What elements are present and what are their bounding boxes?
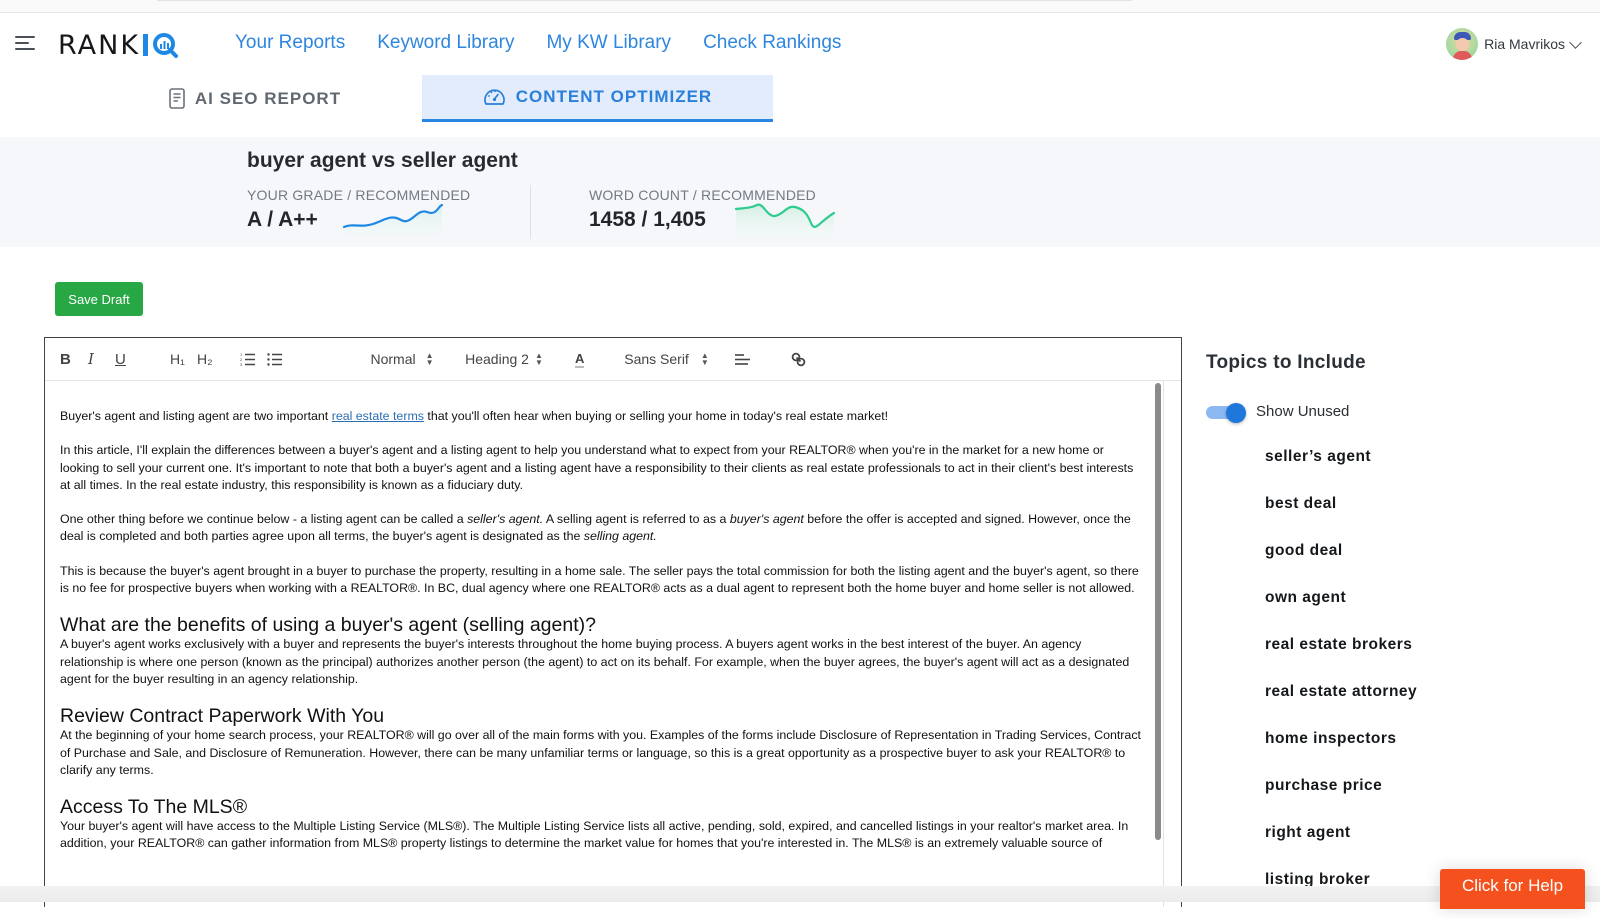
tab-label: CONTENT OPTIMIZER: [515, 87, 713, 106]
heading-benefits: What are the benefits of using a buyer's…: [60, 614, 596, 637]
align-button[interactable]: [735, 348, 750, 370]
paragraph: This is because the buyer's agent brough…: [60, 563, 1139, 596]
topic-item[interactable]: good deal: [1265, 542, 1417, 589]
main-nav: Your Reports Keyword Library My KW Libra…: [235, 32, 841, 54]
italic-button[interactable]: I: [88, 348, 94, 370]
tab-label: AI SEO REPORT: [194, 88, 342, 108]
h1-button[interactable]: H₁: [170, 348, 185, 370]
paragraph: Your buyer's agent will have access to t…: [60, 819, 1129, 851]
speedometer-icon: [483, 89, 505, 105]
paragraph: In this article, I'll explain the differ…: [60, 443, 1134, 492]
logo-text: RANK: [58, 29, 141, 61]
topic-item[interactable]: real estate attorney: [1265, 683, 1417, 730]
bullet-list-button[interactable]: [267, 348, 282, 370]
tab-bar: AI SEO REPORT CONTENT OPTIMIZER: [0, 75, 1600, 122]
bullet-list-icon: [267, 353, 282, 366]
link-icon: [791, 352, 806, 366]
select-arrows-icon: ▲ ▼: [425, 351, 434, 367]
topic-item[interactable]: purchase price: [1265, 777, 1417, 824]
heading-select[interactable]: Heading 2 ▲ ▼: [459, 348, 549, 370]
rich-text-editor: B I U H₁ H₂ 1 2 3 Normal ▲ ▼ Heading 2 ▲…: [44, 337, 1182, 907]
save-draft-button[interactable]: Save Draft: [55, 282, 143, 316]
keyword-summary: buyer agent vs seller agent YOUR GRADE /…: [0, 137, 1600, 247]
topic-item[interactable]: own agent: [1265, 589, 1417, 636]
editor-toolbar: B I U H₁ H₂ 1 2 3 Normal ▲ ▼ Heading 2 ▲…: [45, 338, 1181, 381]
topic-item[interactable]: real estate brokers: [1265, 636, 1417, 683]
editor-content[interactable]: Buyer's agent and listing agent are two …: [45, 381, 1159, 907]
topic-item[interactable]: home inspectors: [1265, 730, 1417, 777]
nav-keyword-library[interactable]: Keyword Library: [377, 32, 514, 54]
bold-button[interactable]: B: [60, 348, 71, 370]
nav-check-rankings[interactable]: Check Rankings: [703, 32, 841, 54]
help-button[interactable]: Click for Help: [1440, 869, 1585, 909]
svg-text:3: 3: [240, 362, 243, 366]
logo-iq-mark: [143, 32, 179, 58]
text-color-button[interactable]: A: [575, 350, 585, 368]
bottom-edge: [0, 886, 1600, 902]
align-left-icon: [735, 354, 750, 365]
real-estate-terms-link[interactable]: real estate terms: [332, 409, 424, 423]
app-header: RANK Your Reports Keyword Library My KW …: [0, 14, 1600, 74]
user-name: Ria Mavrikos: [1484, 36, 1565, 52]
size-select-value: Normal: [370, 351, 416, 367]
select-arrows-icon: ▲ ▼: [534, 351, 543, 367]
magnifier-chart-icon: [153, 33, 179, 58]
nav-my-kw-library[interactable]: My KW Library: [546, 32, 671, 54]
heading-review-contract: Review Contract Paperwork With You: [60, 705, 385, 728]
paragraph: At the beginning of your home search pro…: [60, 728, 1141, 777]
tab-content-optimizer[interactable]: CONTENT OPTIMIZER: [422, 75, 773, 122]
ordered-list-icon: 1 2 3: [240, 352, 255, 366]
topic-item[interactable]: right agent: [1265, 824, 1417, 871]
keyword-title: buyer agent vs seller agent: [247, 149, 518, 172]
topic-list: seller’s agent best deal good deal own a…: [1265, 448, 1417, 918]
paragraph: A buyer's agent works exclusively with a…: [60, 637, 1130, 686]
h2-button[interactable]: H₂: [197, 348, 213, 370]
ordered-list-button[interactable]: 1 2 3: [240, 348, 255, 370]
show-unused-label: Show Unused: [1256, 403, 1350, 420]
scroll-track: [1163, 381, 1164, 907]
nav-your-reports[interactable]: Your Reports: [235, 32, 345, 54]
grade-label: YOUR GRADE / RECOMMENDED: [247, 187, 471, 203]
logo[interactable]: RANK: [58, 28, 179, 62]
topics-title: Topics to Include: [1206, 352, 1366, 373]
document-icon: [169, 88, 185, 109]
select-arrows-icon: ▲ ▼: [700, 351, 709, 367]
show-unused-toggle[interactable]: [1206, 403, 1246, 423]
browser-top-strip: [0, 0, 1600, 13]
font-select[interactable]: Sans Serif ▲ ▼: [619, 348, 714, 370]
paragraph: One other thing before we continue below…: [60, 512, 1131, 544]
heading-access-mls: Access To The MLS®: [60, 796, 248, 819]
editor-scrollbar[interactable]: [1155, 383, 1161, 840]
metric-divider: [530, 185, 531, 239]
topic-item[interactable]: seller’s agent: [1265, 448, 1417, 495]
topic-item[interactable]: best deal: [1265, 495, 1417, 542]
grade-sparkline: [343, 204, 443, 236]
avatar: [1446, 28, 1479, 60]
word-count-label: WORD COUNT / RECOMMENDED: [589, 187, 816, 203]
underline-button[interactable]: U: [115, 348, 126, 370]
size-select[interactable]: Normal ▲ ▼: [357, 348, 447, 370]
link-button[interactable]: [791, 348, 806, 370]
chevron-down-icon: [1569, 35, 1582, 49]
paragraph: Buyer's agent and listing agent are two …: [60, 409, 889, 423]
font-select-value: Sans Serif: [624, 351, 689, 367]
user-menu[interactable]: Ria Mavrikos: [1446, 28, 1582, 60]
menu-icon[interactable]: [15, 36, 35, 52]
tab-ai-seo-report[interactable]: AI SEO REPORT: [160, 75, 350, 122]
word-count-sparkline: [735, 203, 835, 237]
heading-select-value: Heading 2: [465, 351, 529, 367]
